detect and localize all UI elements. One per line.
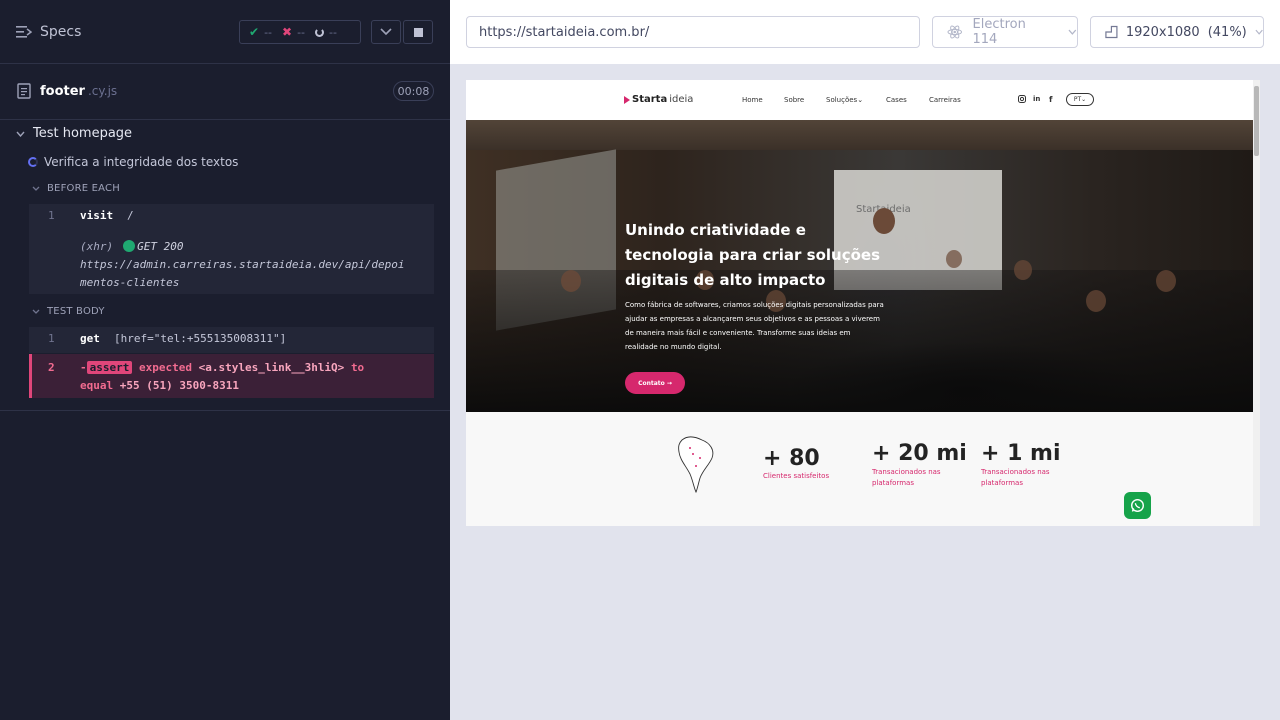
specs-toggle-button[interactable]: Specs [16,24,81,40]
viewport-selector[interactable]: 1920x1080 (41%) [1090,16,1264,48]
site-navbar: Starta ideia Home Sobre Soluções⌄ Cases C… [466,80,1253,120]
hero-photo-person [1086,290,1106,312]
auto-scroll-button[interactable] [371,20,401,44]
chevron-down-icon [32,186,40,191]
hero-section: Startaideia Unindo criatividade e tecnol… [466,120,1253,412]
nav-sobre[interactable]: Sobre [784,96,804,104]
stats-summary: ✔ -- ✖ -- -- [239,20,361,44]
running-spinner-icon [28,157,38,167]
before-each-hook[interactable]: BEFORE EACH [32,183,120,194]
hero-photo-person [561,270,581,292]
divider [0,410,450,411]
x-icon: ✖ [282,25,293,39]
pending-stat: -- [315,26,337,39]
specs-list-icon [16,26,32,38]
stat-label-clients: Clientes satisfeitos [763,472,830,480]
hero-title: Unindo criatividade e tecnologia para cr… [625,221,881,289]
test-title[interactable]: Verifica a integridade dos textos [28,155,238,169]
hero-subtitle: Como fábrica de softwares, criamos soluç… [625,301,884,351]
hero-photo-person [946,250,962,268]
instagram-icon[interactable] [1018,95,1026,105]
stop-square-icon [413,27,423,37]
ruler-icon [1105,25,1118,39]
reporter-panel: Specs ✔ -- ✖ -- -- footer .cy.js 00:08 T… [0,0,450,720]
facebook-icon[interactable]: f [1049,95,1052,104]
chevron-down-icon: ⌄ [857,96,864,104]
command-row-assert-failed[interactable]: 2 - assert expected <a.styles_link__3hliQ… [29,354,434,398]
chevron-down-icon: ⌄ [1081,96,1087,103]
specs-label: Specs [40,24,82,40]
command-row-visit[interactable]: 1 visit / [29,209,434,229]
assert-error-message: - assert expected <a.styles_link__3hliQ> … [80,361,365,392]
check-icon: ✔ [249,25,260,39]
nav-carreiras[interactable]: Carreiras [929,96,961,104]
pending-circle-icon [315,27,325,37]
hero-photo-person [1014,260,1032,280]
contato-button[interactable]: Contato → [625,372,685,394]
xhr-status-dot-icon [123,240,136,252]
command-row-get[interactable]: 1 get [href="tel:+555135008311"] [29,332,434,352]
run-duration: 00:08 [393,81,434,101]
chevron-down-icon [16,131,25,137]
before-each-commands: 1 visit / (xhr) GET 200 https://admin.car… [29,204,434,294]
electron-icon [947,25,963,39]
aut-scrollbar-thumb[interactable] [1254,86,1259,156]
reporter-header: Specs ✔ -- ✖ -- -- [0,0,450,64]
document-icon [17,83,31,99]
linkedin-icon[interactable]: in [1033,95,1040,103]
stat-value-transacted-2: + 1 mi [981,441,1061,466]
xhr-log-row[interactable]: (xhr) GET 200 https://admin.carreiras.sta… [80,238,405,292]
nav-home[interactable]: Home [742,96,763,104]
browser-selector[interactable]: Electron 114 [932,16,1078,48]
play-logo-icon [624,95,630,104]
nav-cases[interactable]: Cases [886,96,907,104]
stat-label-transacted-2: Transacionados nas plataformas [981,468,1050,487]
hero-photo-ceiling [466,120,1253,150]
spec-file-name[interactable]: footer .cy.js [40,84,117,99]
chevron-down-icon [32,309,40,314]
url-display[interactable]: https://startaideia.com.br/ [466,16,920,48]
assert-tag: assert [86,361,133,374]
south-america-map-icon [678,436,714,494]
stat-label-transacted: Transacionados nas plataformas [872,468,941,487]
language-selector[interactable]: PT ⌄ [1066,93,1094,106]
failed-stat: ✖ -- [282,25,306,39]
test-body-hook[interactable]: TEST BODY [32,306,105,317]
aut-iframe[interactable]: Starta ideia Home Sobre Soluções⌄ Cases C… [466,80,1260,526]
chevron-down-icon [1255,29,1263,35]
test-body-commands: 1 get [href="tel:+555135008311"] [29,327,434,353]
whatsapp-button[interactable] [1124,492,1151,519]
chevron-down-icon [380,28,392,36]
hero-photo-person [1156,270,1176,292]
chevron-down-icon [1068,29,1077,35]
nav-solucoes[interactable]: Soluções⌄ [826,96,863,104]
passed-stat: ✔ -- [249,25,273,39]
suite-title[interactable]: Test homepage [16,126,132,141]
whatsapp-icon [1130,498,1145,513]
stat-value-transacted: + 20 mi [872,441,967,466]
site-logo[interactable]: Starta ideia [624,94,693,105]
stat-value-clients: + 80 [763,446,820,471]
stop-button[interactable] [403,20,433,44]
